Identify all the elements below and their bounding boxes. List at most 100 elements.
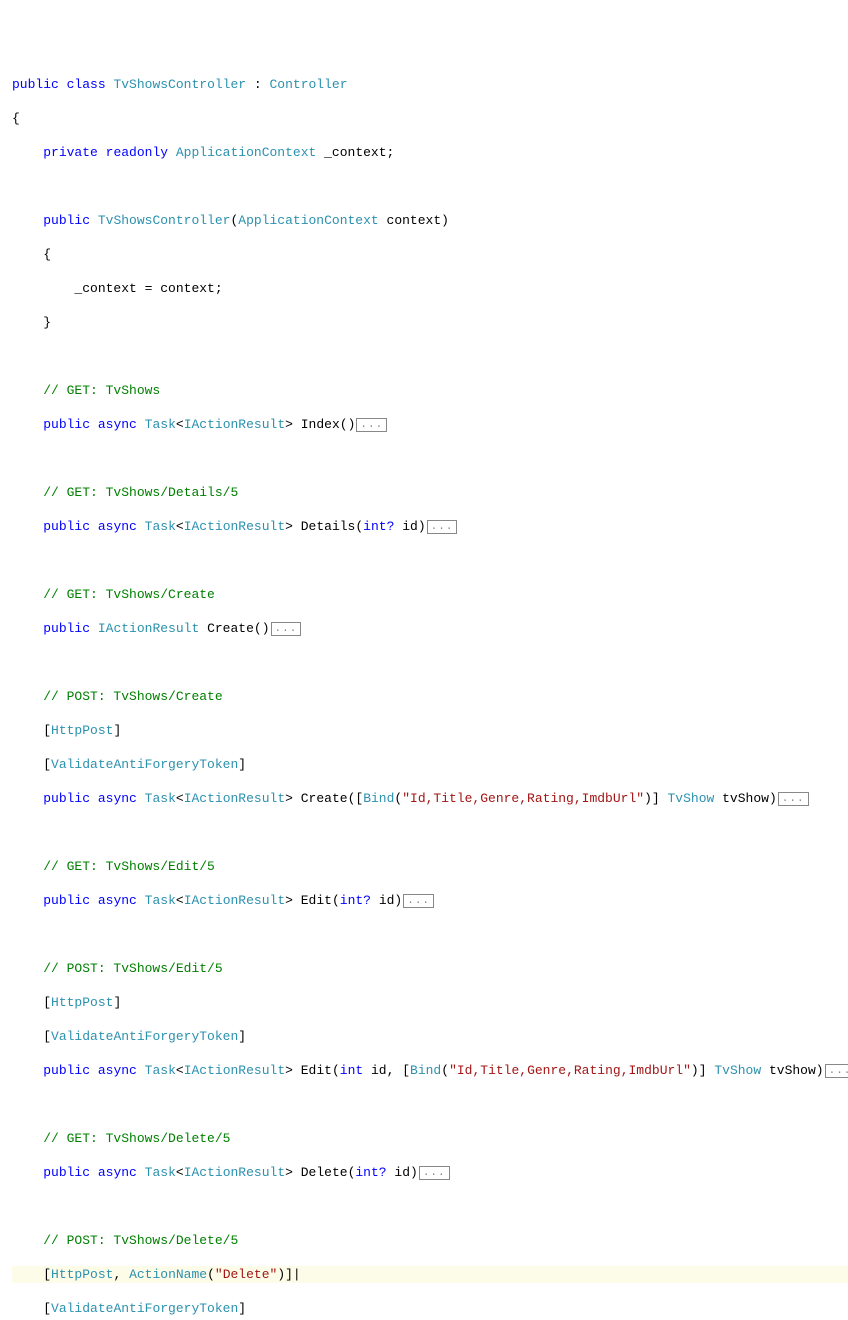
method-name: Create — [207, 621, 254, 636]
keyword: async — [98, 893, 137, 908]
code-line — [12, 824, 848, 841]
method-name: Delete — [301, 1165, 348, 1180]
fold-toggle[interactable] — [778, 792, 809, 806]
identifier: id — [379, 893, 395, 908]
keyword: public — [12, 77, 59, 92]
code-line: _context = context; — [12, 280, 848, 297]
fold-toggle[interactable] — [419, 1166, 450, 1180]
code-line: // POST: TvShows/Create — [12, 688, 848, 705]
method-name: Create — [301, 791, 348, 806]
type-name: Controller — [269, 77, 347, 92]
comment: // GET: TvShows — [43, 383, 160, 398]
string-literal: "Id,Title,Genre,Rating,ImdbUrl" — [402, 791, 644, 806]
code-line — [12, 552, 848, 569]
code-line-highlighted: [HttpPost, ActionName("Delete")]| — [12, 1266, 848, 1283]
code-line: // POST: TvShows/Delete/5 — [12, 1232, 848, 1249]
code-line: // GET: TvShows/Delete/5 — [12, 1130, 848, 1147]
code-line: [ValidateAntiForgeryToken] — [12, 756, 848, 773]
attribute: HttpPost — [51, 1267, 113, 1282]
type-name: IActionResult — [98, 621, 199, 636]
code-line: [ValidateAntiForgeryToken] — [12, 1028, 848, 1045]
identifier: context — [387, 213, 442, 228]
code-line — [12, 1198, 848, 1215]
code-line — [12, 1096, 848, 1113]
code-line: public class TvShowsController : Control… — [12, 76, 848, 93]
keyword: async — [98, 417, 137, 432]
type-name: IActionResult — [184, 1165, 285, 1180]
keyword: public — [43, 213, 90, 228]
keyword: public — [43, 417, 90, 432]
code-line — [12, 450, 848, 467]
code-line: // GET: TvShows/Edit/5 — [12, 858, 848, 875]
code-line: } — [12, 314, 848, 331]
type-name: TvShow — [668, 791, 715, 806]
attribute: ActionName — [129, 1267, 207, 1282]
keyword: public — [43, 519, 90, 534]
code-line: public TvShowsController(ApplicationCont… — [12, 212, 848, 229]
code-editor[interactable]: public class TvShowsController : Control… — [12, 76, 848, 1320]
attribute: ValidateAntiForgeryToken — [51, 1301, 238, 1316]
code-line — [12, 178, 848, 195]
keyword: private — [43, 145, 98, 160]
fold-toggle[interactable] — [427, 520, 458, 534]
code-line — [12, 654, 848, 671]
text-caret: ]| — [285, 1267, 301, 1282]
identifier: id — [402, 519, 418, 534]
code-line: // GET: TvShows/Details/5 — [12, 484, 848, 501]
keyword: int — [340, 1063, 363, 1078]
method-name: Edit — [301, 893, 332, 908]
code-line: public async Task<IActionResult> Create(… — [12, 790, 848, 807]
keyword: int? — [363, 519, 394, 534]
keyword: int? — [355, 1165, 386, 1180]
keyword: public — [43, 791, 90, 806]
type-name: Task — [145, 1063, 176, 1078]
code-line: { — [12, 246, 848, 263]
type-name: Task — [145, 893, 176, 908]
attribute: ValidateAntiForgeryToken — [51, 1029, 238, 1044]
code-line: [ValidateAntiForgeryToken] — [12, 1300, 848, 1317]
type-name: TvShow — [714, 1063, 761, 1078]
code-line: [HttpPost] — [12, 994, 848, 1011]
comment: // POST: TvShows/Delete/5 — [43, 1233, 238, 1248]
statement: _context = context; — [74, 281, 222, 296]
fold-toggle[interactable] — [825, 1064, 848, 1078]
type-name: IActionResult — [184, 519, 285, 534]
keyword: async — [98, 1165, 137, 1180]
comment: // GET: TvShows/Create — [43, 587, 215, 602]
code-line: public async Task<IActionResult> Delete(… — [12, 1164, 848, 1181]
method-name: Edit — [301, 1063, 332, 1078]
code-line: public async Task<IActionResult> Edit(in… — [12, 1062, 848, 1079]
keyword: public — [43, 1165, 90, 1180]
method-name: Index — [301, 417, 340, 432]
type-name: Task — [145, 417, 176, 432]
code-line: // POST: TvShows/Edit/5 — [12, 960, 848, 977]
comment: // GET: TvShows/Details/5 — [43, 485, 238, 500]
identifier: id — [394, 1165, 410, 1180]
code-line: // GET: TvShows/Create — [12, 586, 848, 603]
code-line: public IActionResult Create() — [12, 620, 848, 637]
fold-toggle[interactable] — [356, 418, 387, 432]
type-name: Task — [145, 519, 176, 534]
type-name: IActionResult — [184, 1063, 285, 1078]
comment: // POST: TvShows/Edit/5 — [43, 961, 222, 976]
fold-toggle[interactable] — [403, 894, 434, 908]
keyword: readonly — [106, 145, 168, 160]
type-name: TvShowsController — [113, 77, 246, 92]
fold-toggle[interactable] — [271, 622, 302, 636]
keyword: async — [98, 519, 137, 534]
code-line — [12, 926, 848, 943]
identifier: _context — [324, 145, 386, 160]
code-line: // GET: TvShows — [12, 382, 848, 399]
code-line: public async Task<IActionResult> Edit(in… — [12, 892, 848, 909]
keyword: int? — [340, 893, 371, 908]
string-literal: "Delete" — [215, 1267, 277, 1282]
string-literal: "Id,Title,Genre,Rating,ImdbUrl" — [449, 1063, 691, 1078]
attribute: Bind — [363, 791, 394, 806]
method-name: Details — [301, 519, 356, 534]
type-name: IActionResult — [184, 417, 285, 432]
identifier: id — [371, 1063, 387, 1078]
identifier: tvShow — [722, 791, 769, 806]
type-name: Task — [145, 791, 176, 806]
comment: // POST: TvShows/Create — [43, 689, 222, 704]
code-line — [12, 348, 848, 365]
